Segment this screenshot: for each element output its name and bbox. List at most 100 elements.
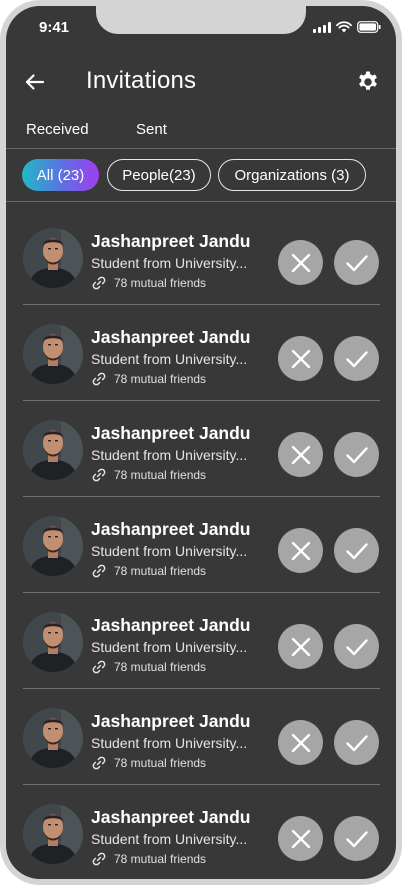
invitation-row: Jashanpreet Jandu Student from Universit… (6, 785, 396, 879)
invitation-name[interactable]: Jashanpreet Jandu (91, 423, 251, 444)
mutual-friends-count: 78 mutual friends (114, 852, 207, 866)
decline-button[interactable] (278, 528, 323, 573)
avatar[interactable] (23, 804, 83, 864)
avatar[interactable] (23, 612, 83, 672)
page-title: Invitations (86, 67, 197, 94)
tab-received[interactable]: Received (26, 121, 89, 138)
settings-button[interactable] (356, 70, 380, 94)
tabs-divider (6, 148, 396, 149)
avatar-image (23, 420, 83, 480)
avatar-image (23, 708, 83, 768)
filter-chip-people[interactable]: People(23) (107, 159, 211, 191)
battery-icon (357, 21, 381, 33)
wifi-icon (336, 21, 352, 33)
filter-chip-organizations[interactable]: Organizations (3) (218, 159, 366, 191)
status-time: 9:41 (39, 19, 70, 36)
mutual-friends: 78 mutual friends (91, 275, 206, 291)
decline-button[interactable] (278, 336, 323, 381)
link-icon (92, 756, 106, 770)
avatar-image (23, 612, 83, 672)
invitation-row: Jashanpreet Jandu Student from Universit… (6, 689, 396, 785)
check-icon (345, 350, 368, 367)
avatar[interactable] (23, 324, 83, 384)
app-screen: 9:41 Invitations Received Sent All (23) … (6, 6, 396, 879)
invitation-subtitle: Student from University... (91, 831, 248, 847)
accept-button[interactable] (334, 528, 379, 573)
close-icon (291, 445, 310, 464)
close-icon (291, 829, 310, 848)
avatar[interactable] (23, 228, 83, 288)
link-icon (92, 372, 106, 386)
signal-icon (313, 21, 331, 33)
phone-frame: 9:41 Invitations Received Sent All (23) … (0, 0, 402, 885)
link-icon (92, 660, 106, 674)
check-icon (345, 638, 368, 655)
invitation-name[interactable]: Jashanpreet Jandu (91, 615, 251, 636)
invitation-row: Jashanpreet Jandu Student from Universit… (6, 209, 396, 305)
invitation-name[interactable]: Jashanpreet Jandu (91, 711, 251, 732)
check-icon (345, 542, 368, 559)
mutual-friends: 78 mutual friends (91, 659, 206, 675)
decline-button[interactable] (278, 624, 323, 669)
invitation-subtitle: Student from University... (91, 639, 248, 655)
filter-chip-all[interactable]: All (23) (22, 159, 99, 191)
gear-icon (359, 71, 377, 90)
accept-button[interactable] (334, 240, 379, 285)
avatar[interactable] (23, 708, 83, 768)
decline-button[interactable] (278, 720, 323, 765)
mutual-friends-count: 78 mutual friends (114, 372, 207, 386)
invitation-subtitle: Student from University... (91, 255, 248, 271)
link-icon (92, 564, 106, 578)
invitation-row: Jashanpreet Jandu Student from Universit… (6, 401, 396, 497)
avatar-image (23, 516, 83, 576)
close-icon (291, 541, 310, 560)
filters-divider (6, 201, 396, 202)
invitation-name[interactable]: Jashanpreet Jandu (91, 519, 251, 540)
mutual-friends-count: 78 mutual friends (114, 468, 207, 482)
avatar-image (23, 324, 83, 384)
back-button[interactable] (22, 69, 48, 95)
check-icon (345, 830, 368, 847)
invitation-subtitle: Student from University... (91, 447, 248, 463)
invitation-row: Jashanpreet Jandu Student from Universit… (6, 593, 396, 689)
check-icon (345, 254, 368, 271)
avatar[interactable] (23, 420, 83, 480)
invitation-row: Jashanpreet Jandu Student from Universit… (6, 497, 396, 593)
accept-button[interactable] (334, 336, 379, 381)
check-icon (345, 734, 368, 751)
mutual-friends-count: 78 mutual friends (114, 756, 207, 770)
accept-button[interactable] (334, 624, 379, 669)
invitation-row: Jashanpreet Jandu Student from Universit… (6, 305, 396, 401)
invitation-name[interactable]: Jashanpreet Jandu (91, 327, 251, 348)
link-icon (92, 468, 106, 482)
invitation-name[interactable]: Jashanpreet Jandu (91, 807, 251, 828)
tab-sent[interactable]: Sent (136, 121, 167, 138)
mutual-friends: 78 mutual friends (91, 467, 206, 483)
close-icon (291, 349, 310, 368)
decline-button[interactable] (278, 240, 323, 285)
invitation-name[interactable]: Jashanpreet Jandu (91, 231, 251, 252)
mutual-friends: 78 mutual friends (91, 851, 206, 867)
status-icons (313, 21, 381, 33)
invitation-subtitle: Student from University... (91, 735, 248, 751)
mutual-friends-count: 78 mutual friends (114, 564, 207, 578)
decline-button[interactable] (278, 432, 323, 477)
invitation-subtitle: Student from University... (91, 351, 248, 367)
decline-button[interactable] (278, 816, 323, 861)
avatar[interactable] (23, 516, 83, 576)
mutual-friends: 78 mutual friends (91, 371, 206, 387)
close-icon (291, 733, 310, 752)
invitation-subtitle: Student from University... (91, 543, 248, 559)
mutual-friends-count: 78 mutual friends (114, 276, 207, 290)
close-icon (291, 637, 310, 656)
avatar-image (23, 804, 83, 864)
check-icon (345, 446, 368, 463)
mutual-friends: 78 mutual friends (91, 563, 206, 579)
mutual-friends-count: 78 mutual friends (114, 660, 207, 674)
accept-button[interactable] (334, 816, 379, 861)
avatar-image (23, 228, 83, 288)
link-icon (92, 276, 106, 290)
link-icon (92, 852, 106, 866)
accept-button[interactable] (334, 432, 379, 477)
accept-button[interactable] (334, 720, 379, 765)
